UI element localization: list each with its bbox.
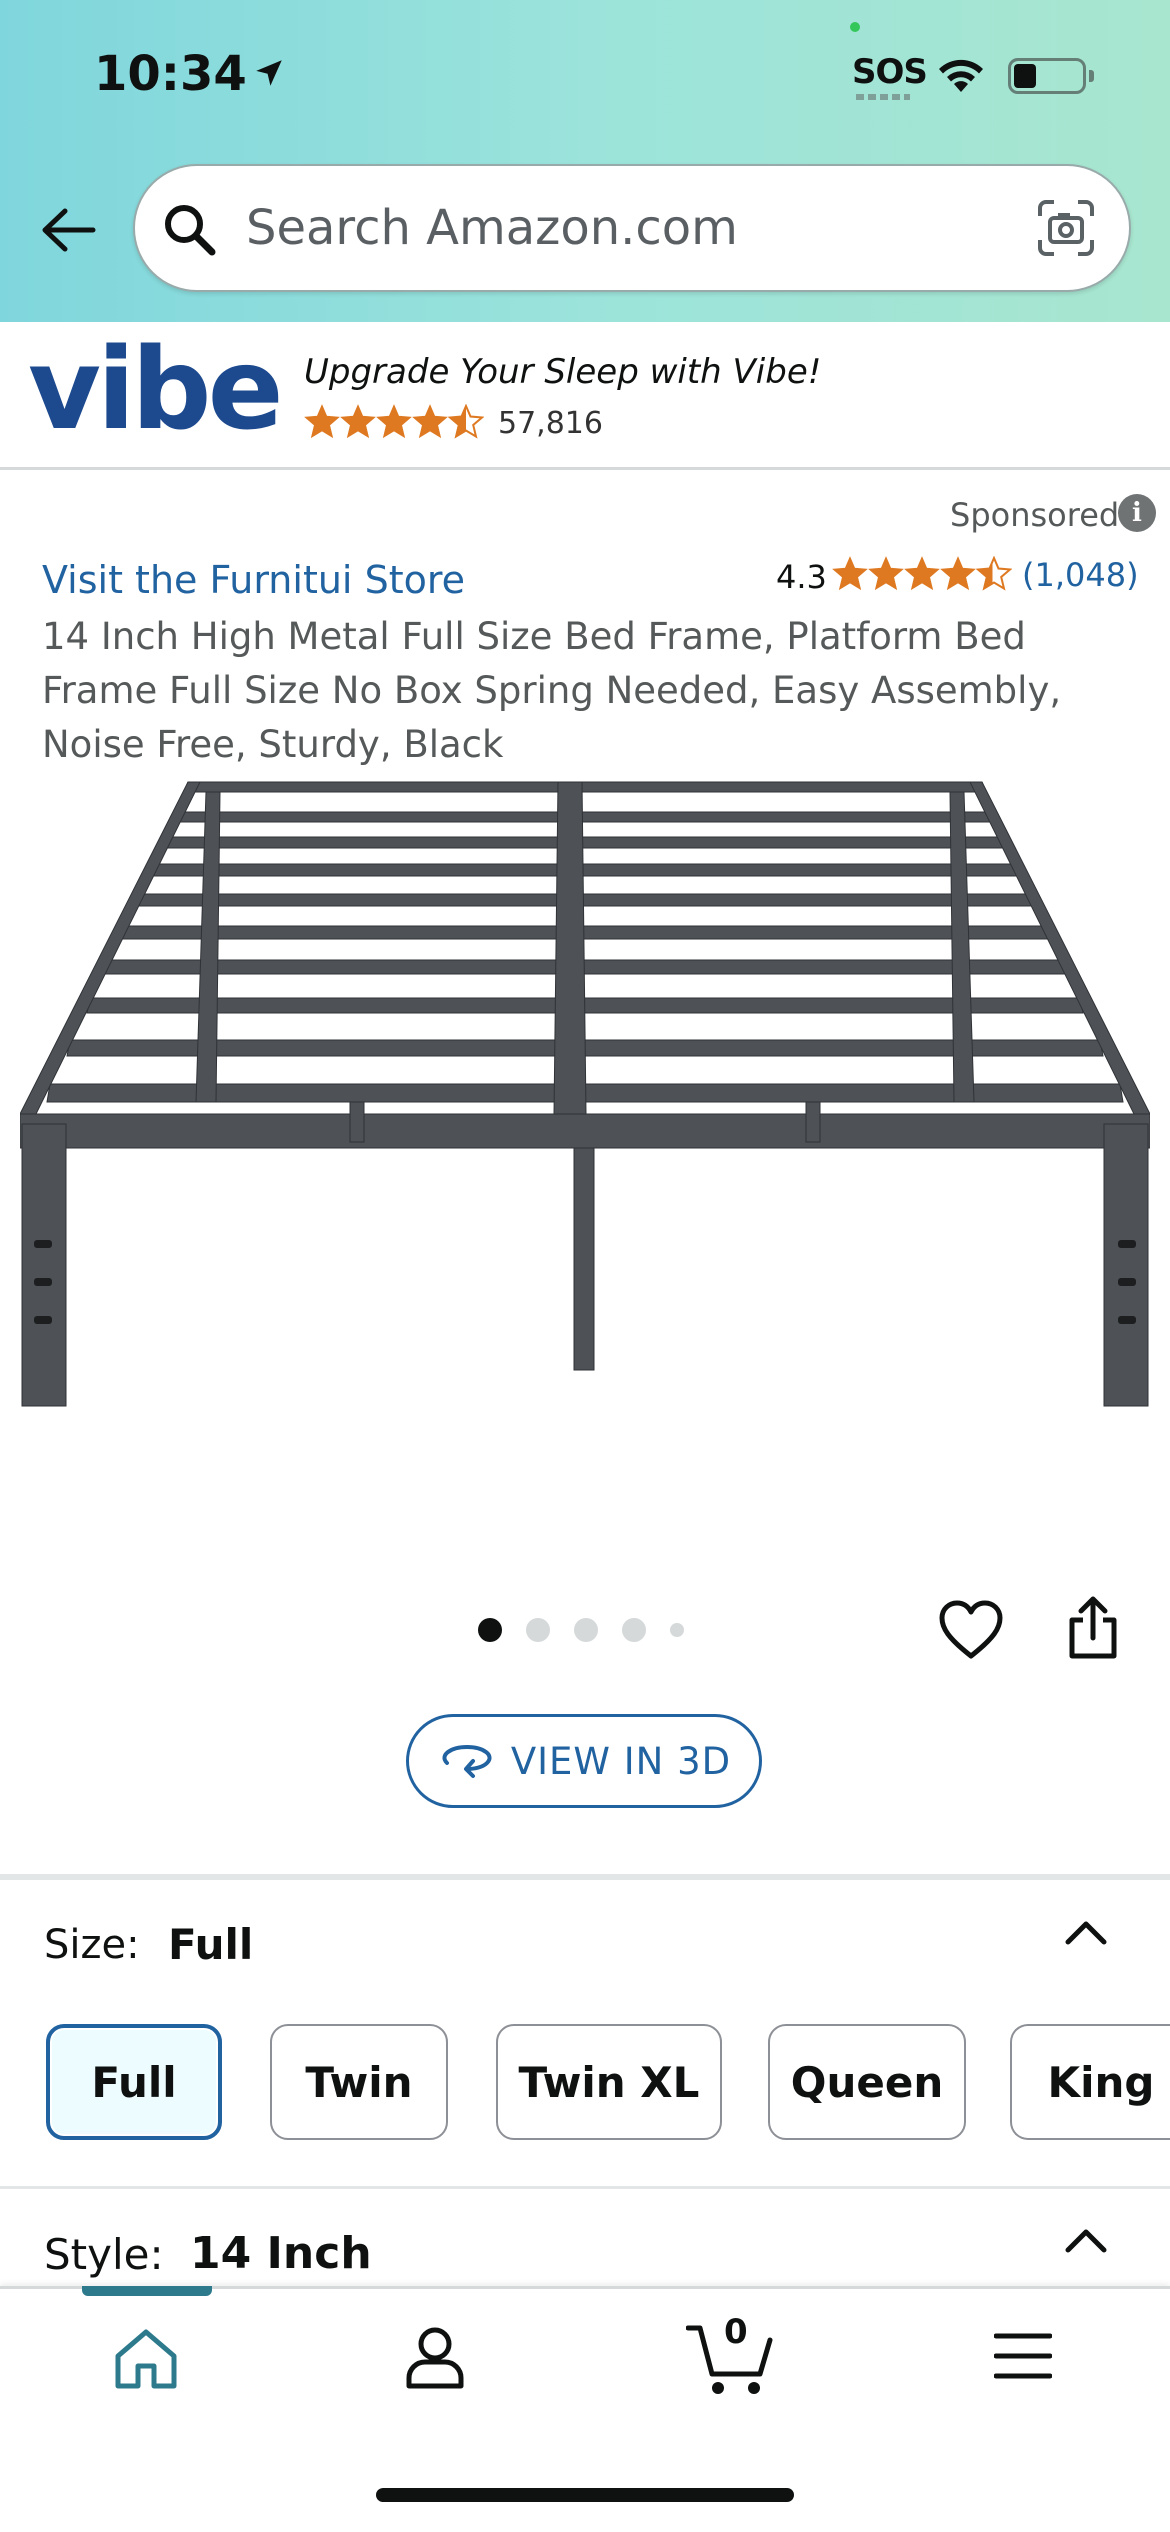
size-option-twin-xl[interactable]: Twin XL — [496, 2024, 722, 2140]
menu-icon[interactable] — [994, 2332, 1052, 2380]
carousel-dot[interactable] — [622, 1618, 646, 1642]
section-divider — [0, 2186, 1170, 2189]
info-icon[interactable]: i — [1118, 494, 1156, 532]
search-placeholder[interactable]: Search Amazon.com — [246, 200, 738, 256]
size-option-full[interactable]: Full — [46, 2024, 222, 2140]
chevron-up-icon[interactable] — [1062, 2224, 1110, 2256]
product-title[interactable]: 14 Inch High Metal Full Size Bed Frame, … — [42, 610, 1132, 772]
privacy-indicator — [850, 22, 860, 32]
signal-dots — [856, 94, 910, 100]
rating-value: 4.3 — [776, 558, 827, 596]
rating-stars[interactable] — [832, 556, 1012, 592]
view-in-3d-button[interactable]: VIEW IN 3D — [406, 1714, 762, 1808]
sponsored-label: Sponsored — [950, 496, 1120, 534]
back-button[interactable] — [30, 196, 104, 264]
ad-tagline[interactable]: Upgrade Your Sleep with Vibe! — [304, 352, 821, 392]
size-option-queen[interactable]: Queen — [768, 2024, 966, 2140]
size-option-twin[interactable]: Twin — [270, 2024, 448, 2140]
section-divider — [0, 1874, 1170, 1880]
size-options: Full Twin Twin XL Queen King — [46, 2024, 1170, 2140]
style-label: Style: — [44, 2230, 164, 2279]
size-option-king[interactable]: King — [1010, 2024, 1170, 2140]
ad-rating-stars — [305, 405, 483, 438]
battery-tip — [1089, 70, 1094, 82]
carousel-dot[interactable] — [670, 1623, 684, 1637]
size-selected-value: Full — [168, 1920, 254, 1969]
carousel-dot[interactable] — [574, 1618, 598, 1642]
carousel-dot[interactable] — [478, 1618, 502, 1642]
chevron-up-icon[interactable] — [1062, 1916, 1110, 1948]
view-in-3d-label: VIEW IN 3D — [510, 1739, 732, 1783]
product-image[interactable] — [20, 772, 1150, 1412]
heart-icon[interactable] — [938, 1600, 1004, 1660]
image-carousel-dots[interactable] — [478, 1618, 684, 1642]
home-indicator-bar — [376, 2488, 794, 2502]
carousel-dot[interactable] — [526, 1618, 550, 1642]
battery-level — [1014, 64, 1036, 88]
camera-search-icon[interactable] — [1036, 198, 1096, 258]
rating-count-link[interactable]: (1,048) — [1022, 556, 1139, 594]
search-icon — [165, 205, 216, 256]
style-selected-value: 14 Inch — [190, 2228, 372, 2279]
ad-rating-count: 57,816 — [498, 406, 603, 441]
nav-active-indicator — [82, 2286, 212, 2296]
sos-indicator: SOS — [852, 52, 928, 92]
cart-count[interactable]: 0 — [724, 2312, 748, 2352]
size-label: Size: — [44, 1922, 140, 1968]
account-icon[interactable] — [404, 2324, 466, 2390]
home-icon[interactable] — [112, 2326, 180, 2390]
rotate-3d-icon — [442, 1744, 492, 1778]
status-time: 10:34 — [94, 46, 247, 102]
share-icon[interactable] — [1066, 1596, 1120, 1660]
location-arrow-icon — [256, 60, 282, 86]
store-link[interactable]: Visit the Furnitui Store — [42, 558, 465, 602]
back-arrow-icon — [42, 208, 96, 252]
wifi-icon — [939, 59, 983, 92]
vibe-logo[interactable]: vibe — [28, 334, 284, 446]
